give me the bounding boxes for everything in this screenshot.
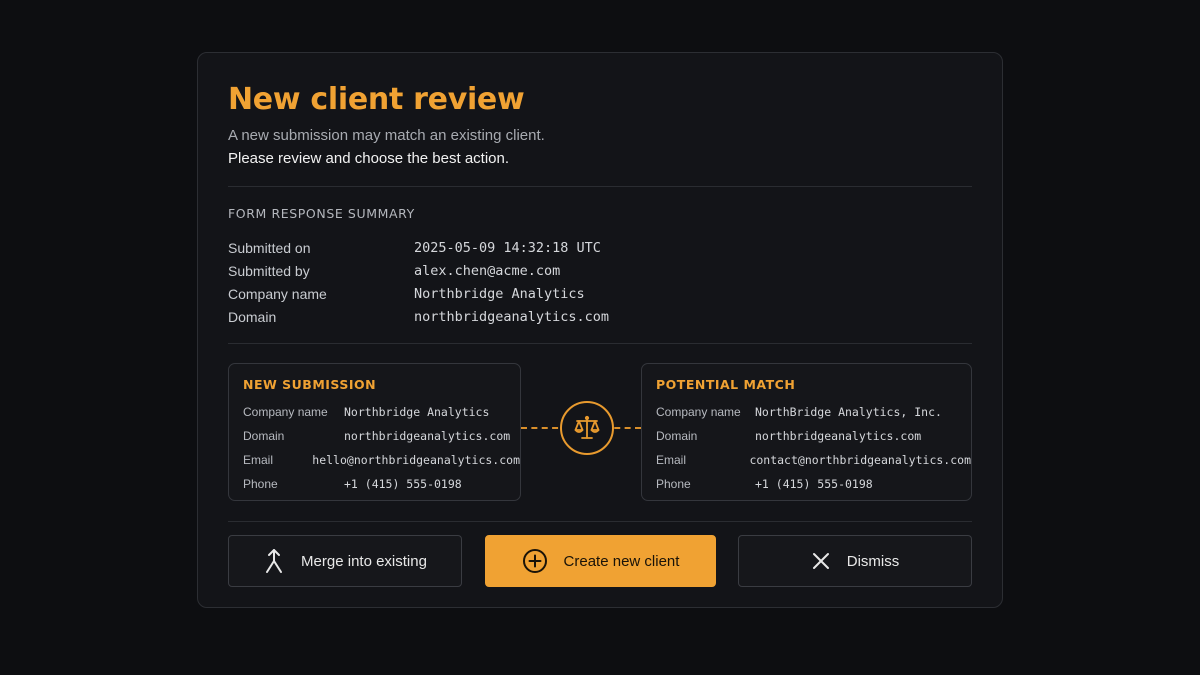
potential-match-panel: POTENTIAL MATCH Company name NorthBridge… <box>641 363 972 501</box>
divider <box>228 186 972 187</box>
comparison-section: NEW SUBMISSION Company name Northbridge … <box>228 363 972 501</box>
panel-value: Northbridge Analytics <box>344 405 490 419</box>
dismiss-button-label: Dismiss <box>846 552 900 570</box>
new-submission-title: NEW SUBMISSION <box>243 377 377 392</box>
panel-value: +1 (415) 555-0198 <box>755 477 873 491</box>
divider <box>228 343 972 344</box>
summary-row: Company name Northbridge Analytics <box>228 282 972 305</box>
panel-label: Phone <box>243 477 278 491</box>
summary-row: Submitted on 2025-05-09 14:32:18 UTC <box>228 236 972 259</box>
panel-row: Email contact@northbridgeanalytics.com <box>656 448 971 472</box>
page-subtitle: A new submission may match an existing c… <box>228 127 545 144</box>
panel-value: NorthBridge Analytics, Inc. <box>755 405 942 419</box>
panel-value: +1 (415) 555-0198 <box>344 477 462 491</box>
panel-value: hello@northbridgeanalytics.com <box>312 453 520 467</box>
panel-row: Phone +1 (415) 555-0198 <box>656 472 971 496</box>
create-new-client-button[interactable]: Create new client <box>485 535 716 587</box>
panel-row: Phone +1 (415) 555-0198 <box>243 472 520 496</box>
divider <box>228 521 972 522</box>
summary-label: Submitted on <box>228 239 311 256</box>
panel-value: northbridgeanalytics.com <box>755 429 922 443</box>
merge-into-existing-button[interactable]: Merge into existing <box>228 535 462 587</box>
action-bar: Merge into existing Create new client Di… <box>228 535 972 587</box>
panel-value: contact@northbridgeanalytics.com <box>749 453 971 467</box>
summary-value: 2025-05-09 14:32:18 UTC <box>414 239 601 256</box>
create-button-label: Create new client <box>563 552 680 570</box>
panel-label: Phone <box>656 477 691 491</box>
summary-section-title: FORM RESPONSE SUMMARY <box>228 206 415 221</box>
form-response-summary: Submitted on 2025-05-09 14:32:18 UTC Sub… <box>228 236 972 328</box>
page-title: New client review <box>228 82 525 117</box>
new-submission-panel: NEW SUBMISSION Company name Northbridge … <box>228 363 521 501</box>
panel-row: Domain northbridgeanalytics.com <box>243 424 520 448</box>
merge-button-label: Merge into existing <box>301 552 427 570</box>
panel-row: Domain northbridgeanalytics.com <box>656 424 971 448</box>
merge-arrow-icon <box>263 548 285 574</box>
panel-label: Email <box>656 453 687 467</box>
panel-row: Company name NorthBridge Analytics, Inc. <box>656 400 971 424</box>
summary-row: Domain northbridgeanalytics.com <box>228 305 972 328</box>
page-instruction: Please review and choose the best action… <box>228 150 510 167</box>
panel-value: northbridgeanalytics.com <box>344 429 511 443</box>
panel-label: Domain <box>243 429 285 443</box>
summary-label: Company name <box>228 285 327 302</box>
dismiss-button[interactable]: Dismiss <box>738 535 972 587</box>
panel-row: Email hello@northbridgeanalytics.com <box>243 448 520 472</box>
summary-row: Submitted by alex.chen@acme.com <box>228 259 972 282</box>
close-icon <box>811 551 831 571</box>
panel-label: Domain <box>656 429 698 443</box>
panel-label: Company name <box>656 405 741 419</box>
panel-row: Company name Northbridge Analytics <box>243 400 520 424</box>
summary-value: alex.chen@acme.com <box>414 262 561 279</box>
panel-label: Company name <box>243 405 328 419</box>
potential-match-title: POTENTIAL MATCH <box>656 377 796 392</box>
review-card: New client review A new submission may m… <box>197 52 1003 608</box>
scale-icon <box>560 401 614 455</box>
plus-circle-icon <box>522 548 548 574</box>
panel-label: Email <box>243 453 274 467</box>
summary-label: Domain <box>228 308 277 325</box>
summary-value: Northbridge Analytics <box>414 285 585 302</box>
summary-value: northbridgeanalytics.com <box>414 308 610 325</box>
summary-label: Submitted by <box>228 262 310 279</box>
